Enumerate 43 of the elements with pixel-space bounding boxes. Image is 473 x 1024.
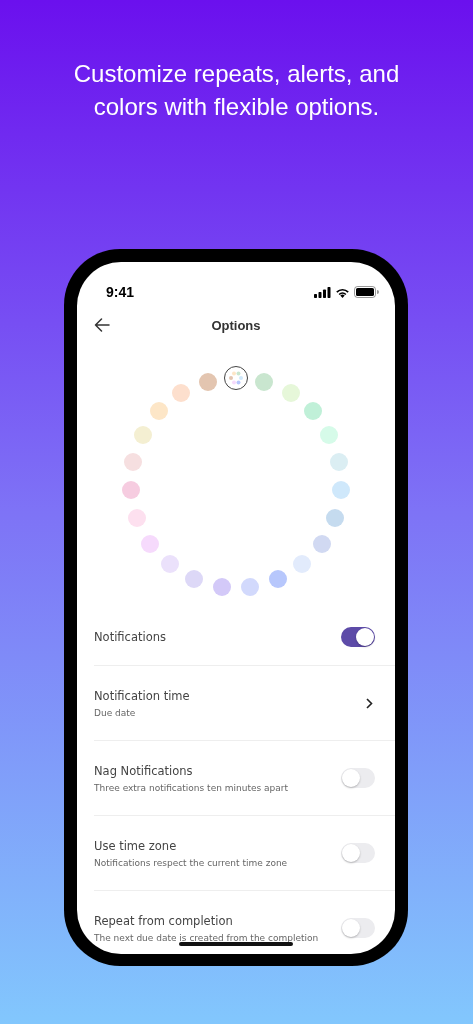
toggle-switch[interactable] — [341, 918, 375, 938]
color-swatch[interactable] — [124, 452, 143, 471]
color-swatch[interactable] — [122, 481, 141, 500]
color-swatch[interactable] — [185, 570, 204, 589]
color-swatch[interactable] — [150, 402, 169, 421]
color-swatch[interactable] — [198, 372, 217, 391]
signal-icon — [314, 286, 331, 298]
color-swatch[interactable] — [325, 509, 344, 528]
setting-label: Use time zone — [94, 838, 178, 853]
color-swatch[interactable] — [141, 534, 160, 553]
color-swatch[interactable] — [293, 555, 312, 574]
color-swatch[interactable] — [128, 509, 147, 528]
color-swatch[interactable] — [331, 481, 350, 500]
back-arrow-icon[interactable] — [94, 318, 110, 332]
setting-description: The next due date is created from the completion — [94, 932, 319, 943]
status-time: 9:41 — [106, 284, 135, 300]
color-swatch[interactable] — [312, 534, 331, 553]
color-swatch[interactable] — [255, 372, 274, 391]
setting-label: Notifications — [94, 630, 166, 644]
setting-description: Due date — [94, 707, 137, 718]
battery-icon — [354, 286, 379, 298]
toggle-switch[interactable] — [341, 627, 375, 647]
headline: Customize repeats, alerts, and colors with flexible options. — [72, 59, 401, 122]
toggle-switch[interactable] — [341, 843, 375, 863]
color-swatch[interactable] — [133, 425, 152, 444]
chevron-right-icon[interactable] — [366, 697, 373, 709]
color-swatch[interactable] — [212, 578, 231, 596]
toggle-switch[interactable] — [341, 768, 375, 788]
color-swatch[interactable] — [329, 452, 348, 471]
color-swatch[interactable] — [172, 384, 191, 403]
setting-label: Nag Notifications — [94, 763, 194, 778]
color-swatch[interactable] — [268, 570, 287, 589]
color-swatch[interactable] — [320, 425, 339, 444]
setting-label: Notification time — [94, 688, 190, 703]
setting-label: Repeat from completion — [94, 913, 234, 928]
color-swatch[interactable] — [160, 555, 179, 574]
color-swatch[interactable] — [281, 384, 300, 403]
color-swatch[interactable] — [303, 402, 322, 421]
screen-title: Options — [211, 317, 261, 333]
color-swatch[interactable] — [241, 578, 260, 596]
setting-description: Notifications respect the current time zone — [94, 857, 288, 868]
setting-description: Three extra notifications ten minutes apart — [94, 782, 288, 793]
wifi-icon — [335, 286, 350, 298]
